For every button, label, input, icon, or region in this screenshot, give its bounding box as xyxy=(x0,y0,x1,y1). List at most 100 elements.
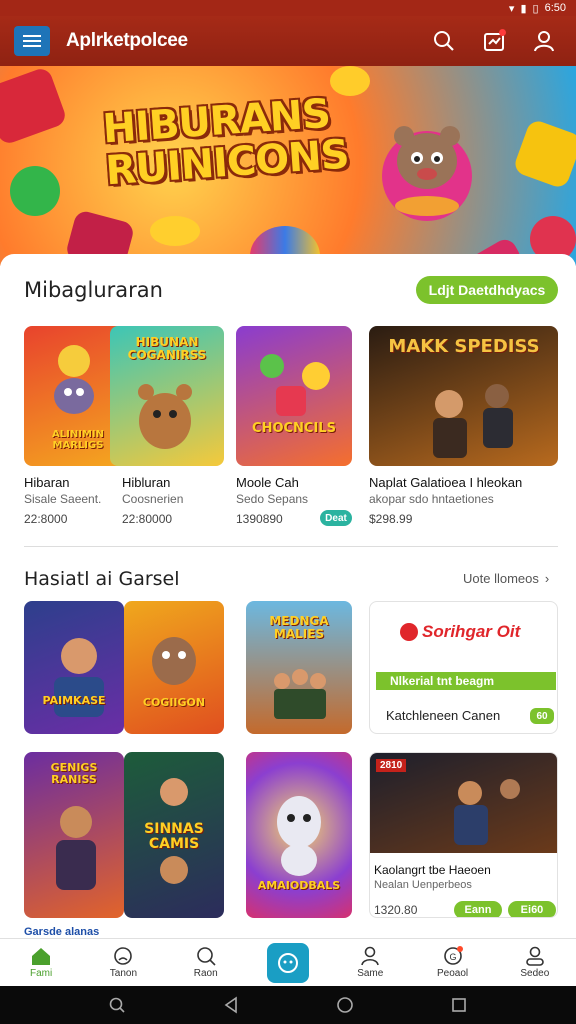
svg-text:G: G xyxy=(449,952,456,962)
game-tile[interactable]: GENIGS RANISS xyxy=(24,752,124,918)
tile-art-title: MEDNGA MALIES xyxy=(269,614,329,641)
card-art-title: MAKK SPEDISS xyxy=(388,336,540,357)
tile-art-title: GENIGS RANISS xyxy=(50,761,98,786)
card-price: $298.99 xyxy=(369,512,413,526)
recents-icon[interactable] xyxy=(450,996,468,1014)
nav-tanon[interactable]: Tanon xyxy=(82,939,164,986)
card-subtitle: Coosnerien xyxy=(122,492,184,506)
partial-label: Garsde alanas xyxy=(24,926,100,938)
gamepad-icon xyxy=(512,118,576,190)
status-bar: ▾ ▮ ▯ 6:50 xyxy=(0,0,576,16)
view-all-button[interactable]: Ldjt Daetdhdyacs xyxy=(416,276,558,304)
nav-same[interactable]: Same xyxy=(329,939,411,986)
card-name: Hibaran xyxy=(24,475,70,490)
coin-decoration xyxy=(150,216,200,246)
hero-title: HIBURANS RUINICONS xyxy=(101,91,350,195)
nav-label: Peoaol xyxy=(436,968,469,979)
promo-action-button[interactable]: Ei60 xyxy=(508,901,556,917)
promo-brand: Sorihgar Oit xyxy=(400,622,520,642)
nav-chat[interactable] xyxy=(247,939,329,986)
tile-art-title: PAIMKASE xyxy=(42,694,106,707)
game-card-image[interactable]: HIBUNAN COGANIRSS xyxy=(110,326,224,466)
promo-tag: 2810 xyxy=(376,759,407,772)
hamburger-icon[interactable] xyxy=(14,26,50,56)
search-icon[interactable] xyxy=(108,996,126,1014)
section-title: Mibagluraran xyxy=(24,278,163,302)
promo-price: 1320.80 xyxy=(374,903,418,917)
account-icon xyxy=(526,946,544,966)
tile-art-title: AMAIODBALS xyxy=(257,879,341,892)
wifi-icon: ▾ xyxy=(508,2,515,15)
promo-badge[interactable]: 60 xyxy=(530,708,554,724)
nav-label: Same xyxy=(357,968,384,979)
tile-art-title: SINNAS CAMIS xyxy=(144,821,204,852)
nav-sedeo[interactable]: Sedeo xyxy=(494,939,576,986)
card-subtitle: akopar sdo hntaetiones xyxy=(369,492,494,506)
chevron-right-icon: › xyxy=(544,571,550,586)
battery-icon: ▯ xyxy=(532,2,539,15)
system-nav-bar xyxy=(0,986,576,1024)
promo-brand-label: Sorihgar Oit xyxy=(422,622,521,641)
card-name: Hibluran xyxy=(122,475,171,490)
app-bar: Aplrketpolcee xyxy=(0,16,576,66)
content-panel: Mibagluraran Ldjt Daetdhdyacs ALINIMIN M… xyxy=(0,254,576,938)
status-time: 6:50 xyxy=(544,2,566,14)
game-tile[interactable]: PAIMKASE xyxy=(24,601,124,734)
promo-name: Kaolangrt tbe Haeoen xyxy=(374,863,491,877)
section-title: Hasiatl ai Garsel xyxy=(24,568,180,590)
card-price: 1390890 xyxy=(236,512,283,526)
card-name: Moole Cah xyxy=(236,475,299,490)
badge-icon: G xyxy=(443,946,463,965)
deal-badge[interactable]: Deat xyxy=(320,510,352,526)
game-tile[interactable]: AMAIODBALS xyxy=(246,752,352,918)
card-art-title: HIBUNAN COGANIRSS xyxy=(127,335,207,362)
chat-icon[interactable] xyxy=(266,942,309,983)
see-more-label: Uote llomeos xyxy=(463,571,539,586)
notification-icon[interactable] xyxy=(476,23,512,59)
nav-search[interactable]: Raon xyxy=(165,939,247,986)
profile-icon[interactable] xyxy=(526,23,562,59)
nav-label: Fami xyxy=(30,968,53,979)
game-card-image[interactable]: MAKK SPEDISS xyxy=(369,326,558,466)
search-icon xyxy=(196,947,216,966)
nav-label: Sedeo xyxy=(520,968,550,979)
see-more-link[interactable]: Uote llomeos › xyxy=(463,571,549,586)
app-title: Aplrketpolcee xyxy=(66,30,188,51)
promo-card[interactable]: 2810 Kaolangrt tbe Haeoen Nealan Uenperb… xyxy=(369,752,558,918)
tile-art-title: COGIIGON xyxy=(142,696,206,709)
promo-action-button[interactable]: Eann xyxy=(454,901,502,917)
divider xyxy=(24,546,558,547)
nav-home[interactable]: Fami xyxy=(0,939,82,986)
game-tile[interactable]: MEDNGA MALIES xyxy=(246,601,352,734)
bottom-nav: Fami Tanon Raon Same G Peoaol Sedeo xyxy=(0,938,576,986)
promo-card[interactable]: Sorihgar Oit Nlkerial tnt beagm Katchlen… xyxy=(369,601,558,734)
mascot-icon xyxy=(372,106,482,226)
hero-banner[interactable]: HIBURANS RUINICONS xyxy=(0,66,576,266)
nav-peoaol[interactable]: G Peoaol xyxy=(411,939,493,986)
game-tile[interactable]: SINNAS CAMIS xyxy=(124,752,224,918)
nav-label: Tanon xyxy=(109,968,138,979)
promo-banner: Nlkerial tnt beagm xyxy=(376,672,556,690)
card-subtitle: Sedo Sepans xyxy=(236,492,309,506)
promo-subtitle: Nealan Uenperbeos xyxy=(374,879,472,891)
coin-decoration xyxy=(10,166,60,216)
card-price: 22:8000 xyxy=(24,512,68,526)
game-card-image[interactable]: CHOCNCILS xyxy=(236,326,352,466)
nav-label: Raon xyxy=(193,968,218,979)
card-name: Naplat Galatioea I hleokan xyxy=(369,475,523,490)
sad-face-icon xyxy=(114,947,133,965)
gamepad-icon xyxy=(0,66,69,147)
card-price: 22:80000 xyxy=(122,512,173,526)
home-circle-icon[interactable] xyxy=(336,996,354,1014)
game-tile[interactable]: COGIIGON xyxy=(124,601,224,734)
user-icon xyxy=(361,946,380,966)
notification-dot xyxy=(499,29,506,36)
card-art-title: CHOCNCILS xyxy=(252,421,336,436)
home-icon xyxy=(32,948,51,965)
back-icon[interactable] xyxy=(222,996,240,1014)
signal-icon: ▮ xyxy=(520,2,527,15)
brand-logo-icon xyxy=(400,623,418,641)
promo-name: Katchleneen Canen xyxy=(386,708,501,723)
promo-image: 2810 xyxy=(370,753,557,853)
search-icon[interactable] xyxy=(426,23,462,59)
